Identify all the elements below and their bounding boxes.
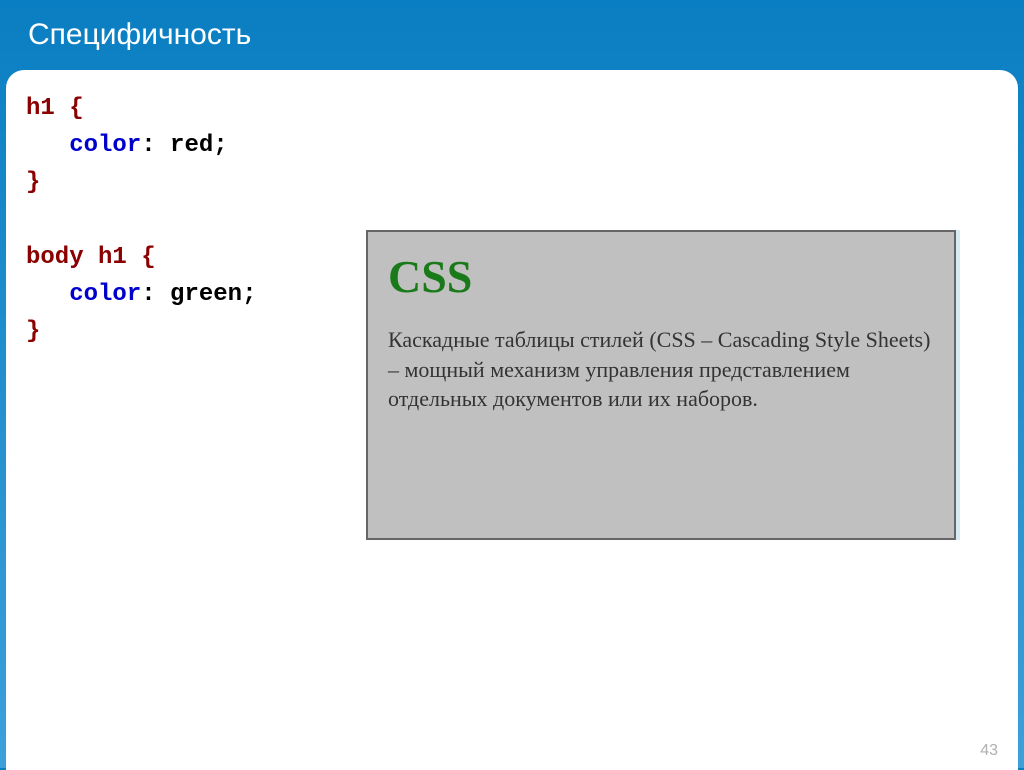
code-value: red bbox=[170, 132, 213, 159]
code-colon: : bbox=[141, 281, 170, 308]
code-colon: : bbox=[141, 132, 170, 159]
code-indent bbox=[26, 281, 69, 308]
code-value: green bbox=[170, 281, 242, 308]
preview-heading: CSS bbox=[388, 250, 934, 303]
code-blank bbox=[26, 207, 40, 234]
code-close-brace: } bbox=[26, 318, 40, 345]
code-semicolon: ; bbox=[213, 132, 227, 159]
code-indent bbox=[26, 132, 69, 159]
browser-border bbox=[956, 230, 960, 540]
code-close-brace: } bbox=[26, 169, 40, 196]
code-selector: h1 { bbox=[26, 95, 84, 122]
browser-preview: CSS Каскадные таблицы стилей (CSS – Casc… bbox=[366, 230, 956, 540]
slide-title: Специфичность bbox=[0, 0, 1024, 70]
slide-content: h1 { color: red; } body h1 { color: gree… bbox=[6, 70, 1018, 770]
code-semicolon: ; bbox=[242, 281, 256, 308]
code-property: color bbox=[69, 132, 141, 159]
preview-paragraph: Каскадные таблицы стилей (CSS – Cascadin… bbox=[388, 325, 934, 414]
code-property: color bbox=[69, 281, 141, 308]
code-selector: body h1 { bbox=[26, 244, 156, 271]
page-number: 43 bbox=[980, 742, 998, 760]
